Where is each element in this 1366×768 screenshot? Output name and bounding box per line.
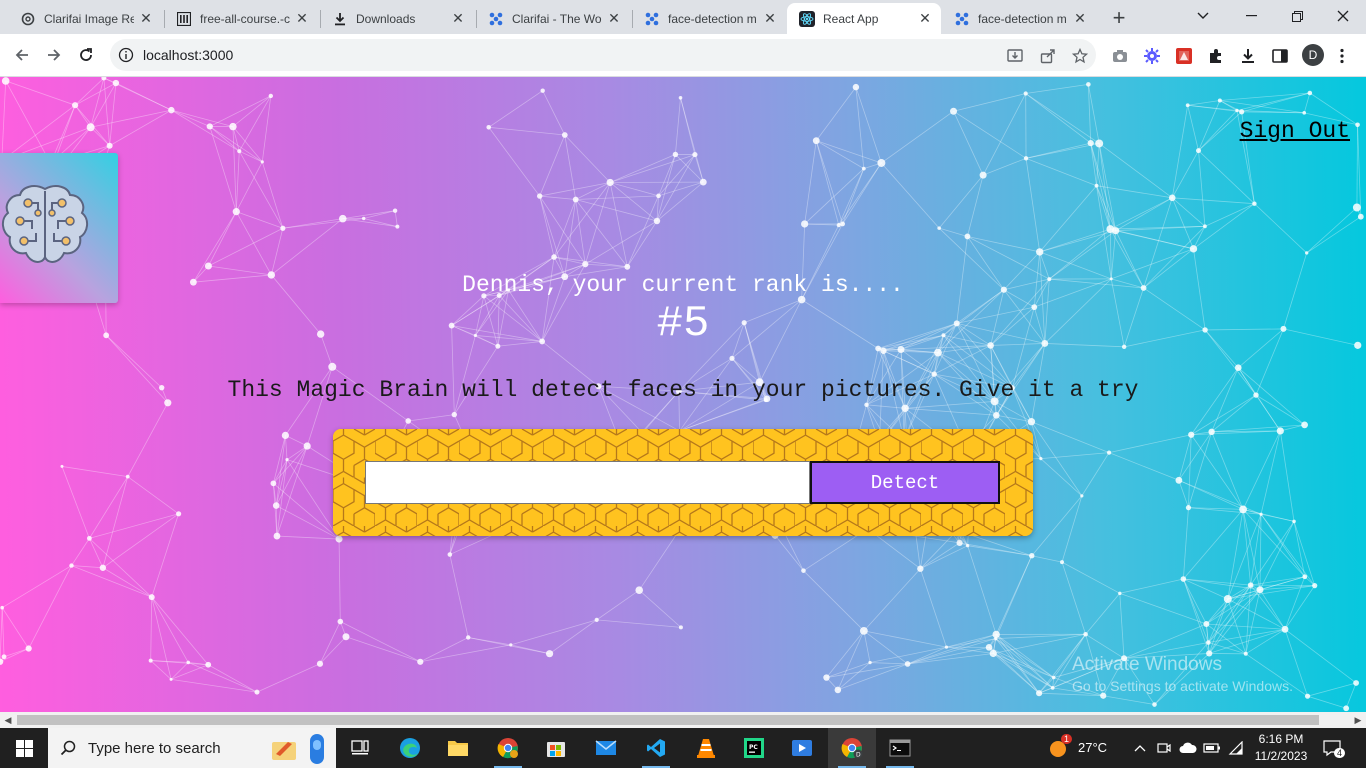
pycharm-icon[interactable]: PC [730,728,778,768]
tab-search-chevron-icon[interactable] [1180,0,1226,32]
extension-gear-icon[interactable] [1142,46,1162,66]
download-icon [332,11,348,27]
close-tab-icon[interactable]: ✕ [606,10,622,27]
back-button[interactable] [7,40,37,70]
tab-downloads[interactable]: Downloads ✕ [320,3,474,34]
url-text[interactable]: localhost:3000 [143,47,233,63]
chrome-icon[interactable] [484,728,532,768]
extensions-puzzle-icon[interactable] [1206,46,1226,66]
tab-title: Clarifai - The Wo [512,11,602,26]
tab-title: Clarifai Image Re [44,11,134,26]
search-highlight-icon [270,732,332,768]
tab-title: free-all-course.-c [200,11,290,26]
tab-title: Downloads [356,11,416,26]
windows-taskbar: Type here to search PC D 1 27°C 6:16 PM … [0,728,1366,768]
search-placeholder: Type here to search [88,739,221,757]
scroll-left-icon[interactable]: ◀ [0,712,16,728]
file-explorer-icon[interactable] [434,728,482,768]
tab-clarifai-image-recognition[interactable]: Clarifai Image Re ✕ [8,3,162,34]
downloads-toolbar-icon[interactable] [1238,46,1258,66]
chevron-up-icon[interactable] [1130,738,1150,758]
edge-icon[interactable] [386,728,434,768]
wifi-icon[interactable] [1226,738,1246,758]
scrollbar-thumb[interactable] [17,715,1319,725]
reload-button[interactable] [71,40,101,70]
tab-title: face-detection m [978,11,1067,26]
weather-badge: 1 [1061,734,1073,744]
address-bar[interactable]: localhost:3000 [110,39,1096,71]
library-icon [176,11,192,27]
browser-menu-icon[interactable] [1332,46,1352,66]
terminal-icon[interactable] [876,728,924,768]
search-icon [48,740,88,756]
tab-face-detection-1[interactable]: face-detection m ✕ [632,3,786,34]
close-tab-icon[interactable]: ✕ [917,10,933,27]
new-tab-button[interactable]: + [1106,5,1132,31]
browser-tab-strip: Clarifai Image Re ✕ free-all-course.-c ✕… [0,0,1366,34]
vscode-icon[interactable] [632,728,680,768]
forward-button[interactable] [39,40,69,70]
profile-avatar[interactable]: D [1302,44,1324,66]
tab-free-all-course[interactable]: free-all-course.-c ✕ [164,3,318,34]
intro-text: This Magic Brain will detect faces in yo… [227,377,1139,403]
battery-icon[interactable] [1202,738,1222,758]
rank-message: Dennis, your current rank is.... [462,272,904,298]
install-app-icon[interactable] [1006,47,1024,65]
site-info-icon[interactable] [118,47,134,63]
weather-temperature[interactable]: 27°C [1078,740,1107,755]
restore-button[interactable] [1274,0,1320,32]
webcam-tray-icon[interactable] [1154,738,1174,758]
clarifai-icon [954,11,970,27]
rank-number: #5 [656,299,710,349]
svg-text:PC: PC [749,744,758,751]
openai-icon [20,11,36,27]
chrome-profile-icon[interactable]: D [828,728,876,768]
tab-clarifai[interactable]: Clarifai - The Wo ✕ [476,3,630,34]
clock-date: 11/2/2023 [1254,749,1308,763]
tab-title: face-detection m [668,11,757,26]
activate-windows-watermark: Activate Windows Go to Settings to activ… [1072,654,1293,694]
browser-toolbar: localhost:3000 D [0,34,1366,77]
svg-text:D: D [856,752,861,759]
extension-red-icon[interactable] [1174,46,1194,66]
close-tab-icon[interactable]: ✕ [1072,10,1088,27]
windows-start-icon[interactable] [0,728,48,768]
close-tab-icon[interactable]: ✕ [138,10,154,27]
camera-extension-icon[interactable] [1110,46,1130,66]
tab-title: React App [823,11,879,26]
side-panel-icon[interactable] [1270,46,1290,66]
watermark-subtitle: Go to Settings to activate Windows. [1072,678,1293,694]
tab-react-app[interactable]: React App ✕ [787,3,941,34]
clock-time: 6:16 PM [1258,732,1304,746]
image-url-form: Detect [333,429,1033,536]
mail-icon[interactable] [582,728,630,768]
page-viewport: Sign Out Dennis, your current rank is...… [0,77,1366,712]
react-icon [799,10,815,27]
image-url-input[interactable] [365,461,810,504]
taskbar-search[interactable]: Type here to search [48,728,336,768]
close-tab-icon[interactable]: ✕ [450,10,466,27]
onedrive-cloud-icon[interactable] [1178,738,1198,758]
close-tab-icon[interactable]: ✕ [762,10,778,27]
brain-logo-icon [2,185,88,263]
task-view-icon[interactable] [336,728,384,768]
close-tab-icon[interactable]: ✕ [294,10,310,27]
media-player-icon[interactable] [778,728,826,768]
clarifai-icon [488,11,504,27]
notification-count: 4 [1334,748,1346,758]
vlc-icon[interactable] [682,728,730,768]
detect-button[interactable]: Detect [810,461,1000,504]
tab-face-detection-2[interactable]: face-detection m ✕ [942,3,1096,34]
clarifai-icon [644,11,660,27]
share-icon[interactable] [1039,47,1057,65]
close-window-button[interactable] [1320,0,1366,32]
minimize-button[interactable] [1228,0,1274,32]
sign-out-link[interactable]: Sign Out [1240,118,1350,144]
microsoft-store-icon[interactable] [532,728,580,768]
watermark-title: Activate Windows [1072,654,1222,675]
scroll-right-icon[interactable]: ▶ [1350,712,1366,728]
bookmark-star-icon[interactable] [1071,47,1089,65]
horizontal-scrollbar[interactable]: ◀ ▶ [0,712,1366,728]
taskbar-clock[interactable]: 6:16 PM 11/2/2023 [1250,731,1312,765]
